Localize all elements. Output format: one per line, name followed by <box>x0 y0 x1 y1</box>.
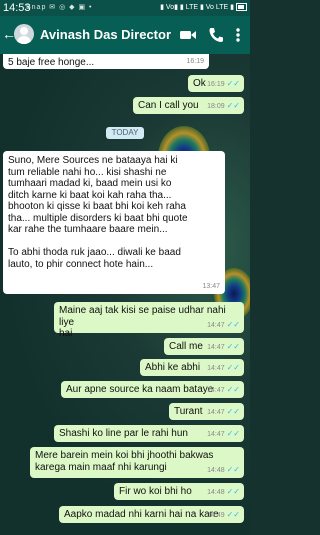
message-text: Fir wo koi bhi ho <box>119 486 192 497</box>
message-text: Aapko madad nhi karni hai na kare <box>64 509 219 520</box>
message-time: 14:47 <box>207 364 225 372</box>
message-text: Ok <box>193 78 206 89</box>
message-status: 14:47 ✓✓ <box>207 428 240 441</box>
message-text: Suno, Mere Sources ne bataaya hai ki tum… <box>8 155 188 270</box>
message-outgoing[interactable]: Aur apne source ka naam bataye 14:47 ✓✓ <box>61 381 244 398</box>
message-time: 14:47 <box>207 321 225 329</box>
message-text: Aur apne source ka naam bataye <box>66 384 214 395</box>
read-receipt-icon: ✓✓ <box>226 384 240 394</box>
message-outgoing[interactable]: Ok 16:19 ✓✓ <box>188 75 244 92</box>
read-receipt-icon: ✓✓ <box>226 341 240 351</box>
message-status: 14:47 ✓✓ <box>207 406 240 419</box>
message-time: 14:49 <box>207 511 225 519</box>
message-text: Can I call you <box>138 100 199 111</box>
read-receipt-icon: ✓✓ <box>226 406 240 416</box>
message-outgoing[interactable]: Can I call you 18:09 ✓✓ <box>133 97 244 114</box>
message-time: 14:48 <box>207 488 225 496</box>
read-receipt-icon: ✓✓ <box>226 319 240 329</box>
message-time: 16:19 <box>207 80 225 88</box>
message-outgoing[interactable]: Shashi ko line par le rahi hun 14:47 ✓✓ <box>54 425 244 442</box>
message-status: 14:47 ✓✓ <box>207 341 240 354</box>
back-arrow-icon[interactable]: ← <box>2 26 16 42</box>
read-receipt-icon: ✓✓ <box>226 100 240 110</box>
message-outgoing[interactable]: Turant 14:47 ✓✓ <box>169 403 244 420</box>
message-status: 14:48 ✓✓ <box>207 464 240 477</box>
message-text: Abhi ke abhi <box>145 362 201 373</box>
read-receipt-icon: ✓✓ <box>226 362 240 372</box>
message-status: 14:48 ✓✓ <box>207 486 240 499</box>
message-outgoing[interactable]: Mere barein mein koi bhi jhoothi bakwas … <box>30 447 244 478</box>
message-outgoing[interactable]: Aapko madad nhi karni hai na kare 14:49 … <box>59 506 244 523</box>
message-status: 16:19 ✓✓ <box>207 78 240 91</box>
message-status: 14:47 ✓✓ <box>207 362 240 375</box>
read-receipt-icon: ✓✓ <box>226 78 240 88</box>
message-outgoing[interactable]: Fir wo koi bhi ho 14:48 ✓✓ <box>114 483 244 500</box>
message-time: 14:47 <box>207 430 225 438</box>
message-text: 5 baje free honge... <box>8 57 95 68</box>
avatar[interactable] <box>14 24 34 44</box>
voice-call-icon[interactable] <box>206 25 226 45</box>
message-status: 14:49 ✓✓ <box>207 509 240 522</box>
message-time: 14:47 <box>207 386 225 394</box>
signal-indicators: ▮ Vo▮ ▮ LTE ▮ Vo LTE ▮ <box>160 3 247 12</box>
message-time: 16:19 <box>186 57 204 65</box>
contact-name[interactable]: Avinash Das Director <box>40 27 171 42</box>
message-time: 18:09 <box>207 102 225 110</box>
message-text: Call me <box>169 341 203 352</box>
read-receipt-icon: ✓✓ <box>226 509 240 519</box>
message-text: Mere barein mein koi bhi jhoothi bakwas … <box>35 450 214 473</box>
message-text: Shashi ko line par le rahi hun <box>59 428 188 439</box>
message-text: Turant <box>174 406 203 417</box>
chat-area[interactable]: 5 baje free honge... 16:19 Ok 16:19 ✓✓ C… <box>0 54 250 535</box>
message-incoming[interactable]: Suno, Mere Sources ne bataaya hai ki tum… <box>3 151 225 294</box>
message-time: 14:47 <box>207 343 225 351</box>
signal-icons: ▮ Vo▮ ▮ LTE ▮ Vo LTE ▮ <box>160 4 234 11</box>
status-bar: 14:53 Snap ✉ ◎ ◆ ▣ • ▮ Vo▮ ▮ LTE ▮ Vo LT… <box>0 0 250 16</box>
message-incoming[interactable]: 5 baje free honge... 16:19 <box>3 54 209 69</box>
read-receipt-icon: ✓✓ <box>226 464 240 474</box>
video-call-icon[interactable] <box>178 25 198 45</box>
date-divider: TODAY <box>106 127 144 139</box>
read-receipt-icon: ✓✓ <box>226 486 240 496</box>
read-receipt-icon: ✓✓ <box>226 428 240 438</box>
notification-icons: Snap ✉ ◎ ◆ ▣ • <box>26 4 93 11</box>
more-options-icon[interactable] <box>230 25 246 45</box>
message-time: 14:48 <box>207 466 225 474</box>
chat-header: ← Avinash Das Director <box>0 16 250 54</box>
message-time: 14:47 <box>207 408 225 416</box>
message-outgoing[interactable]: Call me 14:47 ✓✓ <box>164 338 244 355</box>
message-status: 18:09 ✓✓ <box>207 100 240 113</box>
message-time: 13:47 <box>202 282 220 290</box>
message-status: 14:47 ✓✓ <box>207 319 240 332</box>
message-text: Maine aaj tak kisi se paise udhar nahi l… <box>59 305 226 339</box>
message-outgoing[interactable]: Abhi ke abhi 14:47 ✓✓ <box>140 359 244 376</box>
message-status: 14:47 ✓✓ <box>207 384 240 397</box>
message-outgoing[interactable]: Maine aaj tak kisi se paise udhar nahi l… <box>54 302 244 339</box>
battery-icon <box>236 3 247 12</box>
